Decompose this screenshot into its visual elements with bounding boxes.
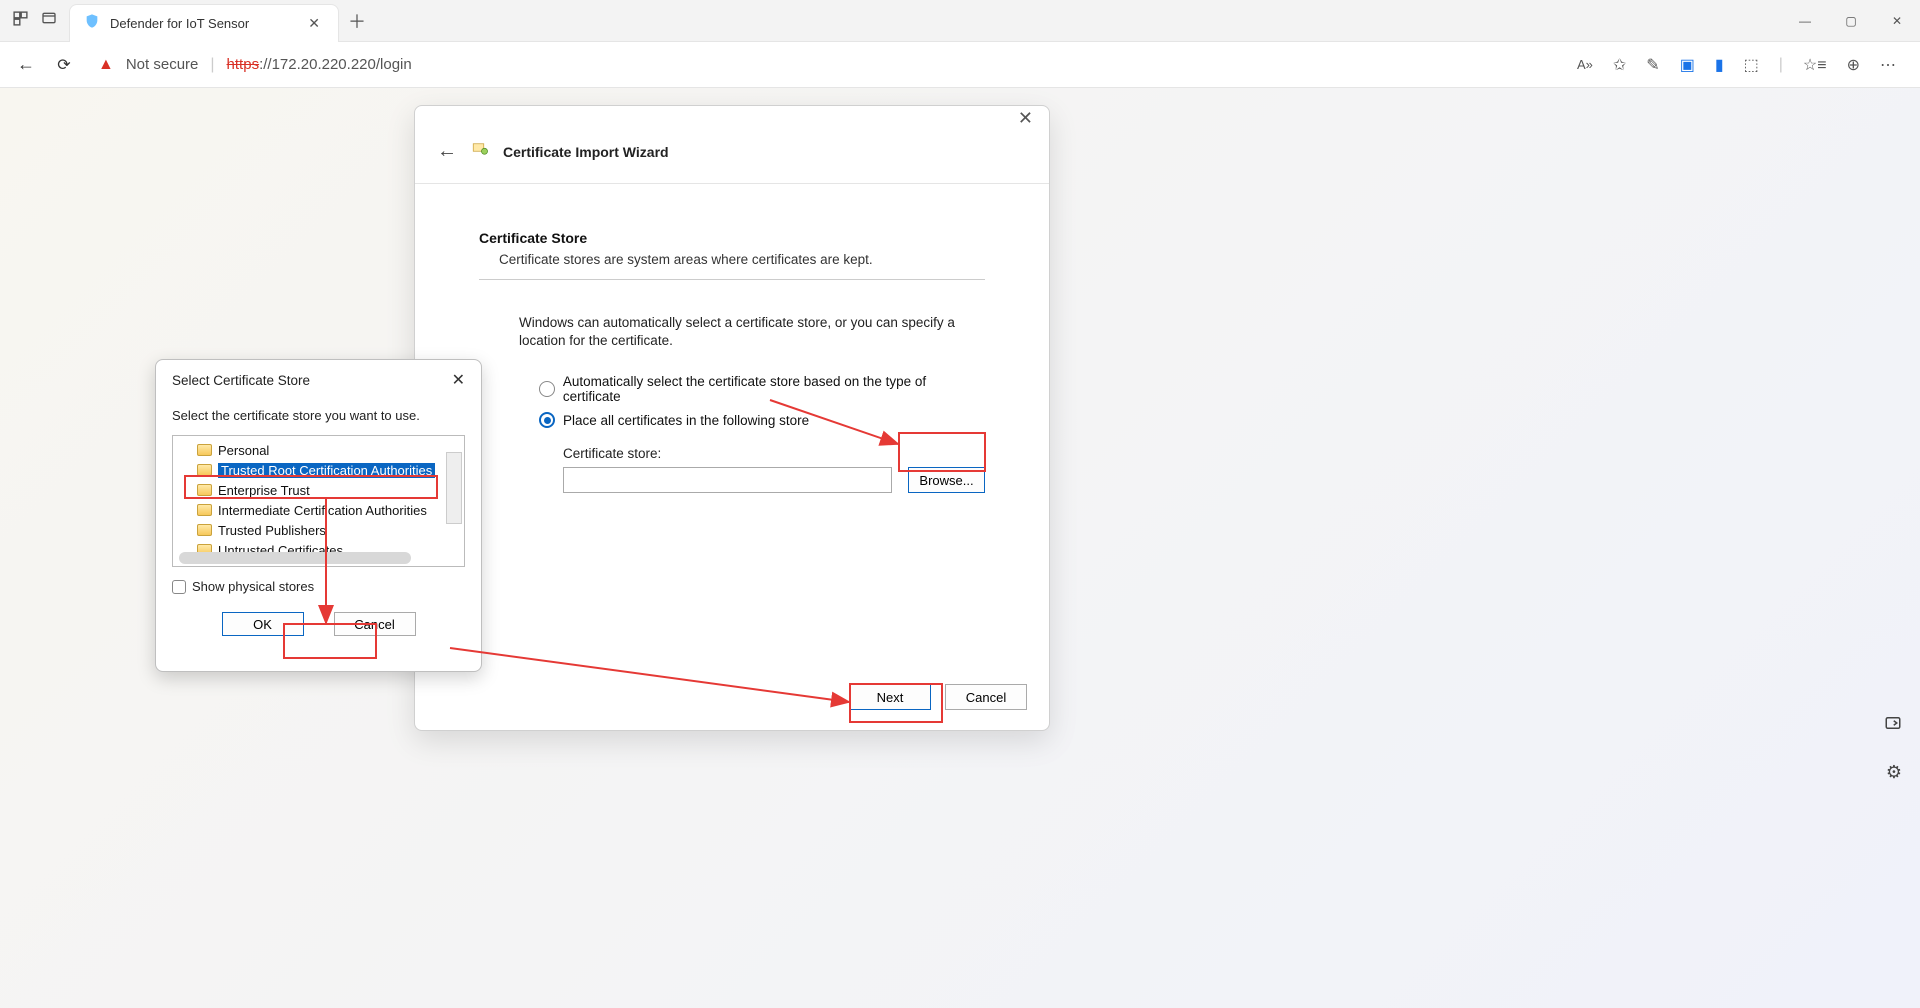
wizard-title: Certificate Import Wizard: [503, 144, 669, 160]
tree-hscrollbar[interactable]: [179, 552, 411, 564]
read-aloud-icon[interactable]: A»: [1577, 57, 1593, 72]
wizard-body-text: Windows can automatically select a certi…: [479, 314, 979, 350]
show-physical-checkbox[interactable]: Show physical stores: [156, 567, 481, 594]
certificate-icon: [471, 140, 489, 163]
folder-icon: [197, 444, 212, 456]
settings-gear-icon[interactable]: ⚙: [1886, 762, 1902, 783]
tree-item-enterprise[interactable]: Enterprise Trust: [197, 480, 464, 500]
wizard-back-button[interactable]: ←: [437, 140, 457, 163]
collections-icon[interactable]: ▣: [1680, 55, 1695, 75]
select-cancel-button[interactable]: Cancel: [334, 612, 416, 636]
next-button[interactable]: Next: [849, 684, 931, 710]
tree-scrollbar[interactable]: [446, 452, 462, 524]
section-subtext: Certificate stores are system areas wher…: [479, 252, 985, 267]
new-tab-button[interactable]: ＋: [339, 0, 375, 41]
radio-auto-label: Automatically select the certificate sto…: [563, 374, 985, 404]
browse-button[interactable]: Browse...: [908, 467, 985, 493]
browser-toolbar: ← ⟳ ▲ Not secure | https://172.20.220.22…: [0, 42, 1920, 88]
cert-store-tree: Personal Trusted Root Certification Auth…: [172, 435, 465, 567]
edit-icon[interactable]: ✎: [1646, 55, 1659, 75]
refresh-button[interactable]: ⟳: [52, 55, 76, 75]
radio-place-label: Place all certificates in the following …: [563, 413, 809, 428]
warning-icon: ▲: [98, 56, 114, 74]
security-status: Not secure: [126, 56, 199, 73]
tab-title: Defender for IoT Sensor: [110, 16, 294, 31]
url-scheme: https: [227, 56, 260, 73]
panel-toggle-icon[interactable]: [1884, 714, 1902, 737]
tree-item-trusted-pub[interactable]: Trusted Publishers: [197, 520, 464, 540]
reader-icon[interactable]: ▮: [1715, 55, 1724, 75]
address-bar[interactable]: ▲ Not secure | https://172.20.220.220/lo…: [90, 56, 1563, 74]
maximize-button[interactable]: ▢: [1828, 0, 1874, 41]
browser-tab[interactable]: Defender for IoT Sensor ✕: [69, 4, 339, 42]
cert-store-input[interactable]: [563, 467, 892, 493]
workspaces-icon[interactable]: [12, 10, 29, 32]
url-path: ://172.20.220.220/login: [259, 56, 412, 73]
tree-item-personal[interactable]: Personal: [197, 440, 464, 460]
cert-import-wizard: ✕ ← Certificate Import Wizard Certificat…: [414, 105, 1050, 731]
radio-auto-select[interactable]: Automatically select the certificate sto…: [539, 374, 985, 404]
shield-icon: [84, 13, 100, 34]
folder-icon: [197, 484, 212, 496]
folder-icon: [197, 504, 212, 516]
close-tab-icon[interactable]: ✕: [304, 15, 324, 32]
folder-icon: [197, 524, 212, 536]
browser-titlebar: Defender for IoT Sensor ✕ ＋ — ▢ ✕: [0, 0, 1920, 42]
extensions-icon[interactable]: ⬚: [1744, 55, 1759, 75]
select-cert-store-dialog: Select Certificate Store ✕ Select the ce…: [155, 359, 482, 672]
close-window-button[interactable]: ✕: [1874, 0, 1920, 41]
select-dialog-title: Select Certificate Store: [172, 373, 310, 388]
tab-actions-icon[interactable]: [41, 10, 57, 31]
checkbox-icon: [172, 580, 186, 594]
favorites-list-icon[interactable]: ☆≡: [1803, 55, 1827, 75]
app-icon[interactable]: ⊕: [1847, 55, 1860, 75]
minimize-button[interactable]: —: [1782, 0, 1828, 41]
favorite-icon[interactable]: ✩: [1613, 55, 1626, 75]
select-dialog-close-icon[interactable]: ✕: [452, 370, 465, 390]
radio-icon: [539, 381, 555, 397]
wizard-cancel-button[interactable]: Cancel: [945, 684, 1027, 710]
section-heading: Certificate Store: [479, 230, 985, 246]
radio-place-all[interactable]: Place all certificates in the following …: [539, 412, 985, 428]
show-physical-label: Show physical stores: [192, 579, 314, 594]
select-dialog-instruction: Select the certificate store you want to…: [156, 400, 481, 435]
back-button[interactable]: ←: [14, 54, 38, 75]
more-icon[interactable]: ⋯: [1880, 55, 1896, 75]
tree-item-trusted-root[interactable]: Trusted Root Certification Authorities: [197, 460, 464, 480]
ok-button[interactable]: OK: [222, 612, 304, 636]
radio-checked-icon: [539, 412, 555, 428]
folder-icon: [197, 464, 212, 476]
tree-item-intermediate[interactable]: Intermediate Certification Authorities: [197, 500, 464, 520]
cert-store-label: Certificate store:: [563, 446, 985, 461]
